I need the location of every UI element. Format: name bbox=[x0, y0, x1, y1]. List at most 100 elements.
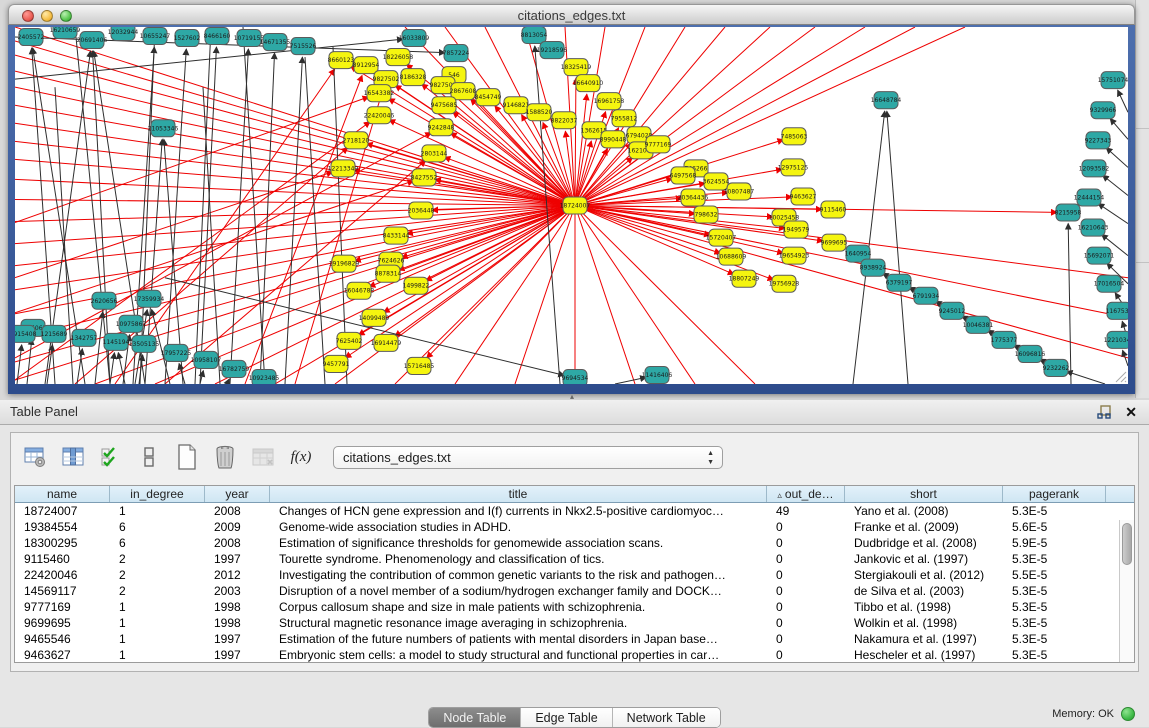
graph-node[interactable]: 11416406 bbox=[642, 366, 673, 383]
graph-node[interactable]: 8660123 bbox=[328, 52, 355, 69]
table-row[interactable]: 2242004622012Investigating the contribut… bbox=[15, 567, 1134, 583]
graph-node[interactable]: 9242848 bbox=[428, 119, 455, 136]
graph-node[interactable]: 16782759 bbox=[219, 360, 250, 377]
graph-node[interactable]: 8822037 bbox=[551, 112, 578, 129]
graph-node[interactable]: 12444154 bbox=[1074, 189, 1105, 206]
graph-node[interactable]: 8186328 bbox=[400, 69, 427, 86]
graph-node[interactable]: 7625402 bbox=[336, 332, 363, 349]
table-row[interactable]: 946554611997Estimation of the future num… bbox=[15, 631, 1134, 647]
graph-node[interactable]: 16648784 bbox=[871, 92, 902, 109]
function-builder-icon[interactable]: f(x) bbox=[287, 443, 315, 471]
graph-node[interactable]: 9245012 bbox=[939, 302, 966, 319]
graph-node[interactable]: 798632 bbox=[694, 206, 718, 223]
resize-grip-icon[interactable] bbox=[1113, 369, 1127, 383]
create-table-icon[interactable] bbox=[173, 443, 201, 471]
graph-node[interactable]: 18325419 bbox=[561, 59, 592, 76]
graph-node[interactable]: 2803144 bbox=[421, 145, 448, 162]
network-canvas[interactable]: 2405572162106592069140612032944106552471… bbox=[15, 27, 1128, 384]
graph-node[interactable]: 16210643 bbox=[1078, 219, 1109, 236]
graph-node[interactable]: 16046788 bbox=[344, 282, 375, 299]
graph-node[interactable]: 9457791 bbox=[323, 355, 350, 372]
graph-node[interactable]: 1527602 bbox=[174, 30, 201, 47]
graph-node[interactable]: 20691406 bbox=[77, 32, 108, 49]
graph-node[interactable]: 16096816 bbox=[1015, 345, 1046, 362]
graph-node[interactable]: 2718120 bbox=[343, 132, 370, 149]
graph-node[interactable]: 13505135 bbox=[129, 335, 160, 352]
graph-node[interactable]: 9475685 bbox=[431, 97, 458, 114]
graph-node[interactable]: 10046381 bbox=[963, 316, 994, 333]
graph-node[interactable]: 21053346 bbox=[148, 120, 179, 137]
graph-node[interactable]: 10958107 bbox=[191, 351, 222, 368]
column-header-in_degree[interactable]: in_degree bbox=[110, 486, 205, 502]
table-row[interactable]: 1872400712008Changes of HCN gene express… bbox=[15, 503, 1134, 519]
graph-node-hub[interactable]: 18724007 bbox=[560, 197, 591, 214]
memory-status-icon[interactable] bbox=[1121, 707, 1135, 721]
float-panel-icon[interactable] bbox=[1097, 405, 1111, 419]
graph-node[interactable]: 15751074 bbox=[1098, 72, 1128, 89]
graph-node[interactable]: 2036448 bbox=[408, 202, 435, 219]
graph-node[interactable]: 10688609 bbox=[716, 248, 747, 265]
graph-node[interactable]: 20364436 bbox=[678, 189, 709, 206]
column-header-out_de[interactable]: ▵out_de… bbox=[767, 486, 845, 502]
graph-node[interactable]: 12213349 bbox=[328, 160, 359, 177]
row-height-icon[interactable] bbox=[135, 443, 163, 471]
graph-node[interactable]: 9463627 bbox=[790, 188, 817, 205]
graph-node[interactable]: 9694534 bbox=[562, 369, 589, 384]
graph-node[interactable]: 7857224 bbox=[443, 45, 470, 62]
graph-node[interactable]: 18807249 bbox=[729, 270, 760, 287]
column-header-short[interactable]: short bbox=[845, 486, 1003, 502]
graph-node[interactable]: 3624554 bbox=[703, 173, 730, 190]
scrollbar-thumb[interactable] bbox=[1122, 523, 1132, 565]
delete-table-icon[interactable] bbox=[211, 443, 239, 471]
graph-node[interactable]: 8878314 bbox=[375, 265, 402, 282]
graph-node[interactable]: 8427552 bbox=[411, 169, 438, 186]
graph-node[interactable]: 10975867 bbox=[116, 315, 147, 332]
graph-node[interactable]: 7515526 bbox=[290, 38, 317, 55]
graph-node[interactable]: 12975125 bbox=[778, 159, 809, 176]
select-visible-columns-icon[interactable] bbox=[97, 443, 125, 471]
graph-node[interactable]: 17957225 bbox=[161, 344, 192, 361]
graph-node[interactable]: 19218596 bbox=[537, 42, 568, 59]
graph-node[interactable]: 10923485 bbox=[249, 369, 280, 384]
table-row[interactable]: 1938455462009Genome-wide association stu… bbox=[15, 519, 1134, 535]
graph-node[interactable]: 1499822 bbox=[403, 277, 430, 294]
graph-node[interactable]: 8813054 bbox=[521, 27, 548, 44]
graph-node[interactable]: 8466160 bbox=[204, 28, 231, 45]
table-row[interactable]: 969969511998Structural magnetic resonanc… bbox=[15, 615, 1134, 631]
column-header-title[interactable]: title bbox=[270, 486, 767, 502]
graph-node[interactable]: 19756928 bbox=[769, 275, 800, 292]
graph-node[interactable]: 9232262 bbox=[1043, 359, 1070, 376]
graph-node[interactable]: 8433144 bbox=[383, 227, 410, 244]
graph-node[interactable]: 9777169 bbox=[645, 136, 672, 153]
graph-node[interactable]: 1145194 bbox=[103, 333, 130, 350]
table-selector-dropdown[interactable]: citations_edges.txt ▲▼ bbox=[333, 446, 723, 469]
graph-node[interactable]: 8454749 bbox=[475, 89, 502, 106]
graph-node[interactable]: 10655247 bbox=[140, 28, 171, 45]
graph-node[interactable]: 16033809 bbox=[399, 30, 430, 47]
graph-node[interactable]: 15720407 bbox=[706, 229, 737, 246]
table-row[interactable]: 1830029562008Estimation of significance … bbox=[15, 535, 1134, 551]
graph-node[interactable]: 18226058 bbox=[383, 49, 414, 66]
close-panel-icon[interactable]: ✕ bbox=[1125, 404, 1137, 420]
graph-node[interactable]: 9115460 bbox=[820, 201, 847, 218]
vertical-scrollbar[interactable] bbox=[1119, 520, 1134, 662]
graph-node[interactable]: 8938924 bbox=[860, 259, 887, 276]
graph-node[interactable]: 17359934 bbox=[134, 290, 165, 307]
table-row[interactable]: 911546021997Tourette syndrome. Phenomeno… bbox=[15, 551, 1134, 567]
graph-node[interactable]: 14671355 bbox=[260, 34, 291, 51]
graph-node[interactable]: 8912954 bbox=[353, 57, 380, 74]
graph-node[interactable]: 12210344 bbox=[1104, 331, 1128, 348]
graph-node[interactable]: 16640910 bbox=[573, 75, 604, 92]
graph-node[interactable]: 1775377 bbox=[991, 331, 1018, 348]
graph-node[interactable]: 1215689 bbox=[41, 325, 68, 342]
column-header-name[interactable]: name bbox=[15, 486, 110, 502]
graph-node[interactable]: 12093582 bbox=[1079, 160, 1110, 177]
table-row[interactable]: 1456911722003Disruption of a novel membe… bbox=[15, 583, 1134, 599]
graph-node[interactable]: 1167534 bbox=[1106, 302, 1128, 319]
window-titlebar[interactable]: citations_edges.txt bbox=[8, 4, 1135, 25]
graph-node[interactable]: 15692071 bbox=[1084, 247, 1115, 264]
graph-node[interactable]: 8215958 bbox=[1055, 204, 1082, 221]
column-header-year[interactable]: year bbox=[205, 486, 270, 502]
graph-node[interactable]: 16961758 bbox=[594, 93, 625, 110]
graph-node[interactable]: 1342757 bbox=[71, 329, 98, 346]
